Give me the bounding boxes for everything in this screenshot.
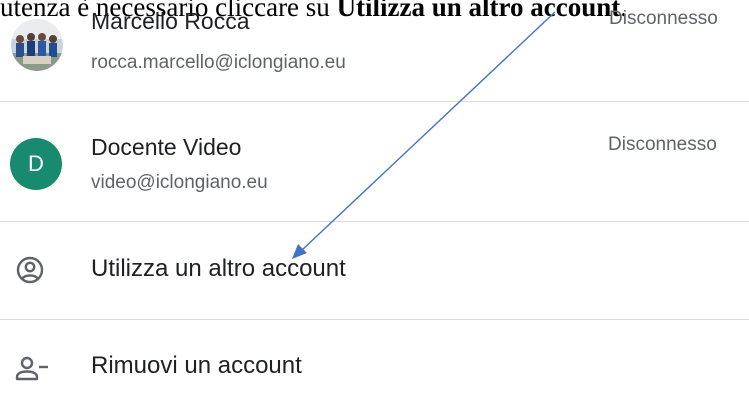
account-row-docente-video[interactable]: D Docente Video video@iclongiano.eu Disc… xyxy=(0,102,749,221)
account-name: Marcello Rocca xyxy=(91,8,250,34)
group-photo-icon xyxy=(11,19,63,71)
account-email: rocca.marcello@iclongiano.eu xyxy=(91,52,346,73)
person-remove-icon xyxy=(15,356,48,381)
account-chooser: utenza è necessario cliccare su Utilizza… xyxy=(0,0,749,414)
account-circle-icon xyxy=(16,256,44,284)
account-email: video@iclongiano.eu xyxy=(91,172,268,193)
account-status: Disconnesso xyxy=(608,134,717,155)
account-name: Docente Video xyxy=(91,134,242,160)
remove-account-button[interactable]: Rimuovi un account xyxy=(0,320,749,414)
avatar-letter: D xyxy=(10,138,62,190)
account-row-marcello-rocca[interactable]: Marcello Rocca rocca.marcello@iclongiano… xyxy=(0,8,749,100)
account-status: Disconnesso xyxy=(609,8,718,29)
avatar-photo xyxy=(11,19,63,71)
use-another-account-label: Utilizza un altro account xyxy=(91,255,346,282)
use-another-account-button[interactable]: Utilizza un altro account xyxy=(0,222,749,319)
remove-account-label: Rimuovi un account xyxy=(91,352,302,379)
